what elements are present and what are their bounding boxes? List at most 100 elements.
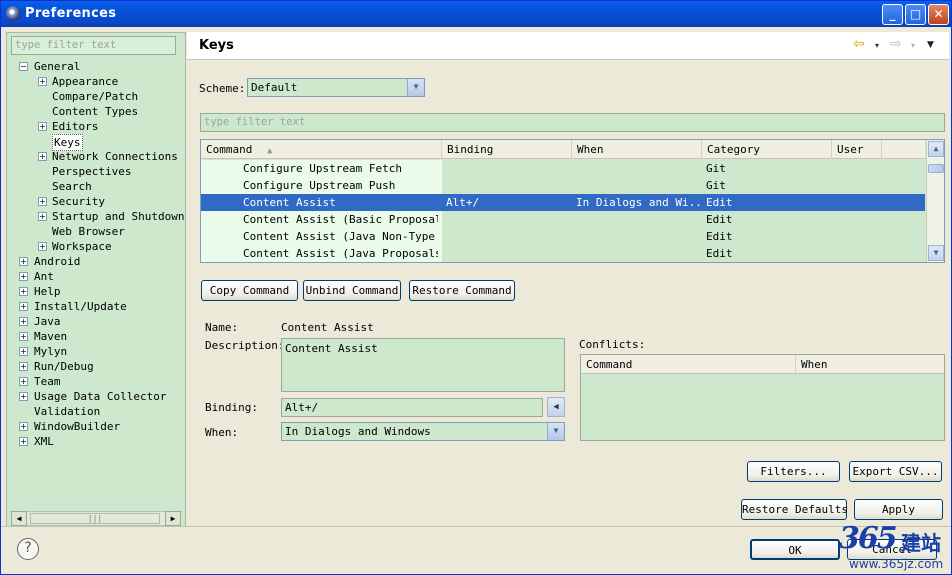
back-arrow-icon[interactable]: ⇦ xyxy=(853,36,865,52)
expand-icon[interactable]: + xyxy=(19,257,28,266)
tree-item-label: Ant xyxy=(34,270,54,283)
scroll-thumb[interactable] xyxy=(928,164,944,173)
tree-item-label: Compare/Patch xyxy=(52,90,139,103)
restore-defaults-button[interactable]: Restore Defaults xyxy=(741,499,848,520)
expand-icon[interactable]: + xyxy=(19,317,28,326)
cell-user xyxy=(836,177,884,194)
tree-item-label: WindowBuilder xyxy=(34,420,121,433)
expand-icon[interactable]: + xyxy=(38,212,47,221)
scroll-down-icon[interactable]: ▼ xyxy=(928,245,944,261)
chevron-down-icon[interactable]: ▼ xyxy=(547,423,564,440)
cell-category: Edit xyxy=(706,213,733,226)
conflicts-label: Conflicts: xyxy=(579,338,646,351)
cell-when xyxy=(576,177,700,194)
expand-icon[interactable]: + xyxy=(19,377,28,386)
when-label: When: xyxy=(205,426,239,439)
column-command[interactable]: Command ▲ xyxy=(201,140,442,159)
table-row[interactable]: Configure Upstream Push Git xyxy=(201,177,925,194)
expand-icon[interactable]: + xyxy=(38,197,47,206)
conflicts-column-command[interactable]: Command xyxy=(581,355,796,374)
when-select[interactable]: In Dialogs and Windows ▼ xyxy=(281,422,565,441)
unbind-command-button[interactable]: Unbind Command xyxy=(303,280,401,301)
column-user[interactable]: User xyxy=(832,140,882,159)
cell-when xyxy=(576,160,700,177)
tree-item-label: Run/Debug xyxy=(34,360,94,373)
cell-user xyxy=(836,194,884,211)
tree-item-label: Validation xyxy=(34,405,101,418)
column-binding[interactable]: Binding xyxy=(442,140,572,159)
copy-command-button[interactable]: Copy Command xyxy=(201,280,298,301)
forward-arrow-icon[interactable]: ⇨ xyxy=(890,36,902,52)
table-row[interactable]: Configure Upstream Fetch Git xyxy=(201,160,925,177)
window-title: Preferences xyxy=(25,6,117,21)
scroll-left-icon[interactable]: ◀ xyxy=(11,511,27,526)
cell-command: Configure Upstream Fetch xyxy=(243,162,402,175)
expand-icon[interactable]: + xyxy=(38,77,47,86)
close-button[interactable]: ✕ xyxy=(928,4,949,25)
table-row[interactable]: Content Assist (Basic Proposals) Edit xyxy=(201,211,925,228)
cell-binding xyxy=(446,228,571,245)
expand-icon[interactable]: + xyxy=(19,422,28,431)
scroll-right-icon[interactable]: ▶ xyxy=(165,511,181,526)
description-field[interactable]: Content Assist xyxy=(281,338,565,392)
maximize-button[interactable]: □ xyxy=(905,4,926,25)
cell-command: Configure Upstream Push xyxy=(243,179,396,192)
tree-item-label: Search xyxy=(52,180,92,193)
filters-button[interactable]: Filters... xyxy=(747,461,840,482)
tree-filter-input[interactable]: type filter text xyxy=(11,36,176,55)
command-filter-input[interactable]: type filter text xyxy=(200,113,945,132)
help-icon[interactable]: ? xyxy=(17,538,39,560)
binding-menu-button[interactable]: ◀ xyxy=(547,397,565,417)
tree-item-label: Team xyxy=(34,375,61,388)
expand-icon[interactable]: + xyxy=(19,437,28,446)
scroll-up-icon[interactable]: ▲ xyxy=(928,141,944,157)
collapse-icon[interactable]: − xyxy=(19,62,28,71)
minimize-button[interactable]: _ xyxy=(882,4,903,25)
expand-icon[interactable]: + xyxy=(38,152,47,161)
table-vertical-scrollbar[interactable]: ▲ ▼ xyxy=(926,140,944,262)
cell-when xyxy=(576,211,700,228)
tree-horizontal-scrollbar[interactable]: ◀ ||| ▶ xyxy=(11,511,181,526)
cancel-button[interactable]: Cancel xyxy=(847,539,937,560)
export-csv-button[interactable]: Export CSV... xyxy=(849,461,942,482)
table-row[interactable]: Content Assist (Java Proposals (T Edit xyxy=(201,245,925,262)
table-row[interactable]: Content Assist Alt+/ In Dialogs and Wi... E… xyxy=(201,194,925,211)
cell-user xyxy=(836,228,884,245)
expand-icon[interactable]: + xyxy=(38,122,47,131)
back-dropdown-icon[interactable]: ▾ xyxy=(875,41,879,50)
expand-icon[interactable]: + xyxy=(19,362,28,371)
scheme-select[interactable]: Default ▼ xyxy=(247,78,425,97)
table-header: Command ▲ Binding When Category User xyxy=(201,140,925,159)
preference-tree-pane: type filter text − General + Appearance Comp… xyxy=(6,32,186,527)
keys-table: Command ▲ Binding When Category User Con… xyxy=(200,139,945,263)
expand-icon[interactable]: + xyxy=(38,242,47,251)
expand-icon[interactable]: + xyxy=(19,302,28,311)
expand-icon[interactable]: + xyxy=(19,392,28,401)
expand-icon[interactable]: + xyxy=(19,332,28,341)
binding-field[interactable]: Alt+/ xyxy=(281,398,543,417)
cell-category: Edit xyxy=(706,196,733,209)
ok-button[interactable]: OK xyxy=(750,539,840,560)
expand-icon[interactable]: + xyxy=(19,287,28,296)
cell-command: Content Assist (Java Proposals (T xyxy=(243,247,438,260)
expand-icon[interactable]: + xyxy=(19,272,28,281)
column-category[interactable]: Category xyxy=(702,140,832,159)
expand-icon[interactable]: + xyxy=(19,347,28,356)
cell-user xyxy=(836,211,884,228)
tree-item-label: XML xyxy=(34,435,54,448)
scroll-thumb[interactable]: ||| xyxy=(30,513,160,524)
tree-item-label: Network Connections xyxy=(52,150,178,163)
column-when[interactable]: When xyxy=(572,140,702,159)
conflicts-column-when[interactable]: When xyxy=(796,355,944,374)
view-menu-icon[interactable]: ▼ xyxy=(927,40,934,50)
tree-item-label: Editors xyxy=(52,120,99,133)
scheme-value: Default xyxy=(251,81,298,94)
cell-category: Edit xyxy=(706,230,733,243)
title-bar[interactable]: Preferences _ □ ✕ xyxy=(1,1,951,27)
forward-dropdown-icon[interactable]: ▾ xyxy=(911,41,915,50)
chevron-down-icon[interactable]: ▼ xyxy=(407,79,424,96)
name-value: Content Assist xyxy=(281,321,374,334)
table-row[interactable]: Content Assist (Java Non-Type Pro Edit xyxy=(201,228,925,245)
apply-button[interactable]: Apply xyxy=(854,499,943,520)
restore-command-button[interactable]: Restore Command xyxy=(409,280,515,301)
